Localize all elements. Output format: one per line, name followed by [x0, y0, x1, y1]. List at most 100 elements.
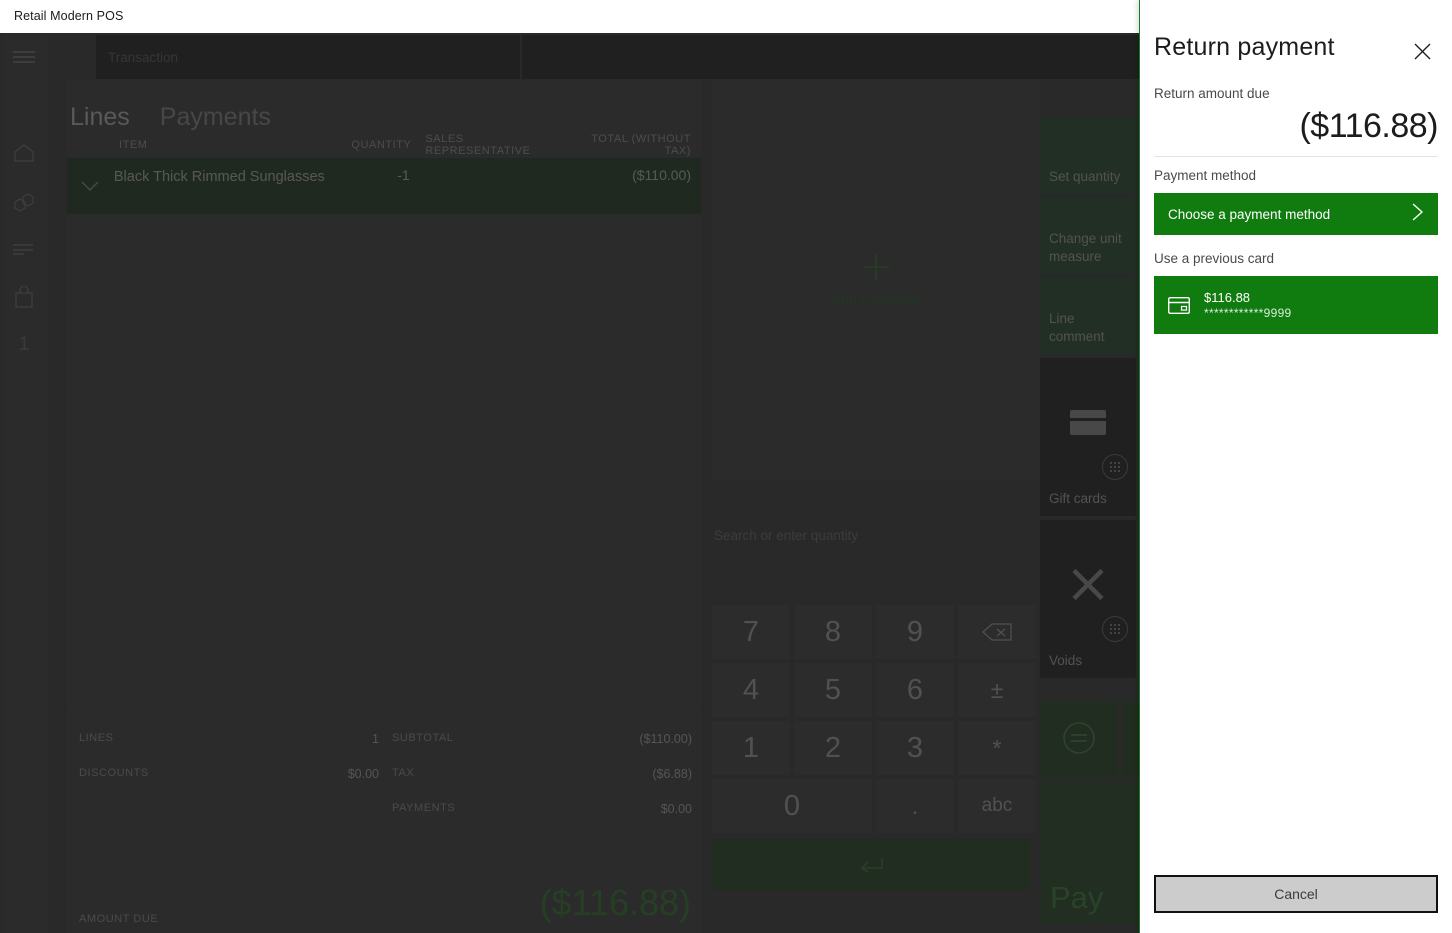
keypad-badge-icon-voids	[1102, 616, 1128, 642]
totals-value-discounts: $0.00	[347, 767, 379, 781]
totals-label-lines: LINES	[79, 732, 114, 744]
credit-card-icon	[1069, 409, 1107, 439]
column-header-quantity: QUANTITY	[351, 139, 412, 151]
left-navigation-rail: 1	[0, 33, 48, 933]
key-3[interactable]: 3	[876, 721, 954, 775]
cart-panel: Lines Payments ITEM QUANTITY SALES REPRE…	[67, 80, 701, 933]
column-header-item: ITEM	[119, 139, 148, 151]
sidebar-item-products[interactable]	[0, 177, 48, 225]
totals-row-discounts: DISCOUNTS $0.00	[79, 767, 379, 781]
chevron-down-icon[interactable]	[67, 158, 114, 214]
line-item-quantity: -1	[397, 167, 410, 183]
keypad-hint-label: Search or enter quantity	[714, 528, 859, 543]
totals-value-tax: ($6.88)	[652, 767, 692, 781]
tile-gift-cards[interactable]: Gift cards	[1040, 358, 1136, 516]
window-title: Retail Modern POS	[14, 9, 124, 23]
tile-voids-label: Voids	[1049, 653, 1083, 668]
credit-card-icon	[1168, 296, 1190, 314]
enter-icon[interactable]	[712, 839, 1030, 891]
backspace-icon[interactable]	[958, 605, 1036, 659]
transaction-placeholder-label: Transaction	[108, 49, 179, 65]
card-masked-number: ************9999	[1204, 305, 1292, 320]
column-header-sales-rep: SALES REPRESENTATIVE	[425, 133, 531, 157]
panel-divider	[1154, 156, 1438, 157]
card-amount: $116.88	[1204, 289, 1251, 305]
table-row[interactable]: Black Thick Rimmed Sunglasses -1 ($110.0…	[67, 158, 701, 214]
numeric-keypad: 7 8 9 4 5 6 ± 1 2 3 * 0 . abc	[712, 605, 1036, 833]
keypad-badge-icon	[1102, 454, 1128, 480]
choose-payment-method-label: Choose a payment method	[1168, 206, 1331, 222]
totals-label-discounts: DISCOUNTS	[79, 767, 149, 779]
key-7[interactable]: 7	[712, 605, 790, 659]
tab-lines[interactable]: Lines	[70, 103, 130, 132]
tile-change-unit-measure-label: Change unit measure	[1049, 231, 1122, 264]
key-asterisk[interactable]: *	[958, 721, 1036, 775]
return-amount-label: Return amount due	[1154, 86, 1270, 101]
amount-due-label: AMOUNT DUE	[79, 913, 159, 925]
sidebar-item-count[interactable]: 1	[0, 321, 48, 369]
totals-row-subtotal: SUBTOTAL ($110.00)	[392, 732, 692, 746]
tab-payments[interactable]: Payments	[160, 103, 271, 132]
key-plus-minus[interactable]: ±	[958, 663, 1036, 717]
previous-card-tile[interactable]: $116.88 ************9999	[1154, 276, 1438, 334]
key-0[interactable]: 0	[712, 779, 872, 833]
totals-label-subtotal: SUBTOTAL	[392, 732, 454, 744]
panel-footer: Cancel	[1140, 875, 1452, 933]
sidebar-item-shopping-bag[interactable]	[0, 273, 48, 321]
totals-value-payments: $0.00	[660, 802, 692, 816]
cart-tabs: Lines Payments	[67, 80, 701, 132]
tile-gift-cards-label: Gift cards	[1049, 491, 1107, 506]
return-amount-value: ($116.88)	[1299, 107, 1438, 145]
choose-payment-method-button[interactable]: Choose a payment method	[1154, 193, 1438, 235]
sidebar-item-home[interactable]	[0, 129, 48, 177]
totals-left-column: LINES 1 DISCOUNTS $0.00	[79, 732, 379, 802]
key-decimal[interactable]: .	[876, 779, 954, 833]
cart-column-headers: ITEM QUANTITY SALES REPRESENTATIVE TOTAL…	[67, 132, 701, 158]
totals-value-lines: 1	[372, 732, 379, 746]
key-1[interactable]: 1	[712, 721, 790, 775]
tile-line-comment-label: Line comment	[1049, 311, 1105, 344]
search-input[interactable]	[522, 35, 1186, 79]
hamburger-icon[interactable]	[0, 33, 48, 81]
tile-line-comment[interactable]: Line comment	[1040, 278, 1136, 354]
totals-value-subtotal: ($110.00)	[639, 732, 692, 746]
x-mark-icon	[1071, 568, 1105, 605]
add-customer-label: Add customer	[831, 292, 921, 309]
page-title: Return payment	[1154, 33, 1335, 61]
chevron-right-icon	[1411, 202, 1424, 226]
tile-set-quantity[interactable]: Set quantity	[1040, 118, 1136, 194]
key-4[interactable]: 4	[712, 663, 790, 717]
plus-icon	[861, 252, 891, 287]
equals-circle-icon	[1061, 720, 1097, 761]
sidebar-item-lines[interactable]	[0, 225, 48, 273]
amount-due-value: ($116.88)	[539, 882, 691, 923]
return-payment-panel: Return payment Return amount due ($116.8…	[1140, 0, 1452, 933]
tile-change-unit-measure[interactable]: Change unit measure	[1040, 198, 1136, 274]
tile-set-quantity-label: Set quantity	[1049, 169, 1121, 184]
card-details: $116.88 ************9999	[1204, 290, 1292, 321]
cart-divider	[67, 711, 701, 712]
close-icon[interactable]	[1408, 37, 1436, 65]
line-item-name: Black Thick Rimmed Sunglasses	[113, 169, 325, 185]
column-header-total: TOTAL (WITHOUT TAX)	[591, 133, 692, 157]
line-item-total: ($110.00)	[632, 167, 691, 183]
previous-card-label: Use a previous card	[1154, 251, 1275, 266]
tile-voids[interactable]: Voids	[1040, 520, 1136, 678]
totals-label-tax: TAX	[392, 767, 415, 779]
totals-label-payments: PAYMENTS	[392, 802, 456, 814]
sidebar-count-label: 1	[18, 334, 30, 355]
key-abc[interactable]: abc	[958, 779, 1036, 833]
add-customer-button[interactable]: Add customer	[712, 80, 1040, 480]
cancel-button[interactable]: Cancel	[1154, 875, 1438, 913]
key-9[interactable]: 9	[876, 605, 954, 659]
key-2[interactable]: 2	[794, 721, 872, 775]
tile-pay-label: Pay	[1050, 880, 1104, 915]
transaction-field[interactable]: Transaction	[96, 35, 520, 79]
totals-row-tax: TAX ($6.88)	[392, 767, 692, 781]
tile-equals[interactable]	[1040, 702, 1118, 778]
key-8[interactable]: 8	[794, 605, 872, 659]
panel-body: Return amount due ($116.88) Payment meth…	[1140, 65, 1452, 875]
panel-header: Return payment	[1140, 0, 1452, 65]
key-6[interactable]: 6	[876, 663, 954, 717]
key-5[interactable]: 5	[794, 663, 872, 717]
